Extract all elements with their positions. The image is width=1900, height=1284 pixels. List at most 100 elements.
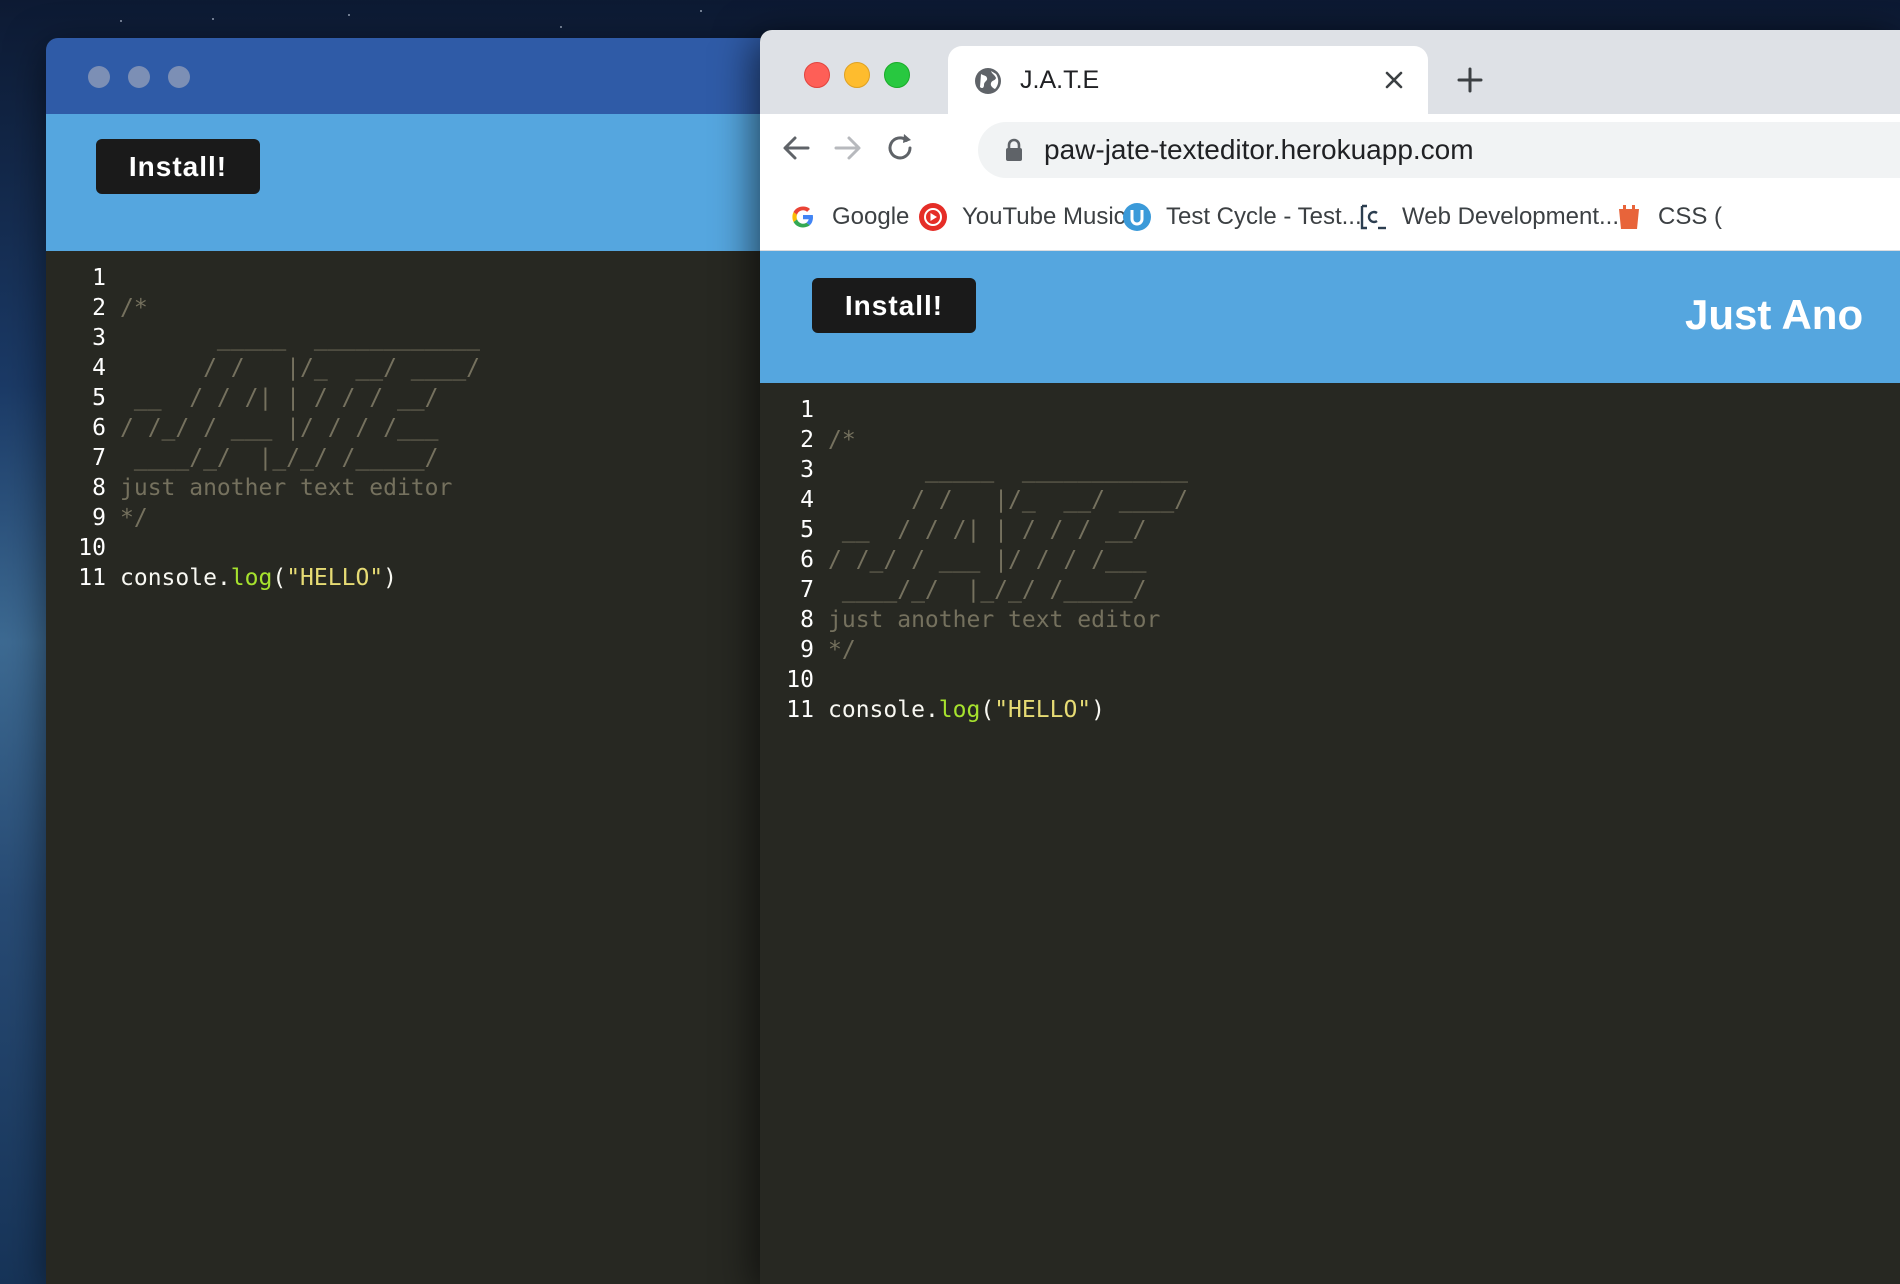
tab-title: J.A.T.E [1020,66,1100,94]
line-number: 6 [92,415,106,441]
css-icon [1614,202,1644,232]
line-number: 8 [92,475,106,501]
bookmark-label: YouTube Music [962,203,1126,230]
code-token-string: "HELLO" [994,697,1092,723]
line-number: 1 [800,397,814,423]
code-text: */ [120,505,148,531]
line-number: 7 [800,577,814,603]
code-line[interactable]: 1 [762,395,1188,425]
code-line[interactable]: 2 /* [54,293,480,323]
line-number: 5 [800,517,814,543]
code-text: _____ ____________ [828,457,1189,483]
close-window-button[interactable] [804,62,830,88]
code-token-close-paren: ) [383,565,397,591]
line-number: 2 [800,427,814,453]
youtube-music-icon [918,202,948,232]
code-line[interactable]: 2 /* [762,425,1188,455]
code-line[interactable]: 9 */ [54,503,480,533]
code-token-object: console [120,565,217,591]
app-title: Just Ano [1685,291,1864,338]
back-arrow-icon[interactable] [778,130,814,166]
code-text: ____/_/ |_/_/ /_____/ [828,577,1147,603]
code-token-dot: . [216,565,231,591]
code-line[interactable]: 4 / / |/_ __/ ____/ [54,353,480,383]
line-number: 4 [92,355,106,381]
code-line[interactable]: 6 / /_/ / ___ |/ / / /___ [54,413,480,443]
install-button[interactable]: Install! [96,139,260,194]
line-number: 10 [78,535,106,561]
address-bar[interactable]: paw-jate-texteditor.herokuapp.com [978,122,1900,178]
globe-icon [974,67,1002,100]
line-number: 10 [786,667,814,693]
code-lines[interactable]: 1 2/* 3 _____ ____________ 4 / / |/_ __/ __… [762,395,1188,725]
install-button[interactable]: Install! [812,278,976,333]
zoom-window-button[interactable] [168,66,190,88]
line-number: 1 [92,265,106,291]
minimize-window-button[interactable] [844,62,870,88]
code-editor[interactable]: 1 2/* 3 _____ ____________ 4 / / |/_ __/ __… [760,383,1900,1284]
code-text: / / |/_ __/ ____/ [828,487,1189,513]
code-token-dot: . [924,697,939,723]
code-line[interactable]: 9 */ [762,635,1188,665]
web-dev-icon [1358,202,1388,232]
zoom-window-button[interactable] [884,62,910,88]
bookmarks-bar: Google YouTube Music Test Cycle - Test..… [760,184,1900,251]
bookmark-youtube-music[interactable]: YouTube Music [918,184,1126,250]
code-line[interactable]: 4 / / |/_ __/ ____/ [762,485,1188,515]
bookmark-google[interactable]: Google [788,184,909,250]
code-line[interactable]: 8 just another text editor [54,473,480,503]
code-text: /* [828,427,856,453]
new-tab-icon[interactable] [1450,60,1490,100]
line-number: 5 [92,385,106,411]
bookmark-label: Web Development... [1402,203,1619,230]
code-lines[interactable]: 1 2/* 3 _____ ____________ 4 / / |/_ __/ __… [54,263,480,593]
lock-icon[interactable] [1004,138,1024,167]
browser-tab[interactable]: J.A.T.E [948,46,1428,116]
url-text[interactable]: paw-jate-texteditor.herokuapp.com [1044,122,1474,178]
reload-icon[interactable] [882,130,918,166]
code-line[interactable]: 3 _____ ____________ [54,323,480,353]
app-header: Install! Just Ano [760,251,1900,383]
code-line[interactable]: 5 __ / / /| | / / / __/ [762,515,1188,545]
code-line[interactable]: 1 [54,263,480,293]
forward-arrow-icon[interactable] [830,130,866,166]
code-line[interactable]: 10 [762,665,1188,695]
code-token-method: log [938,697,981,723]
code-line[interactable]: 11 console.log("HELLO") [54,563,480,593]
minimize-window-button[interactable] [128,66,150,88]
code-line[interactable]: 6 / /_/ / ___ |/ / / /___ [762,545,1188,575]
line-number: 3 [800,457,814,483]
line-number: 9 [800,637,814,663]
bookmark-web-development[interactable]: Web Development... [1358,184,1619,250]
code-text: __ / / /| | / / / __/ [828,517,1147,543]
bookmark-label: Test Cycle - Test... [1166,203,1362,230]
tab-strip[interactable]: J.A.T.E [760,30,1900,116]
bookmark-label: Google [832,203,910,230]
code-line[interactable]: 7 ____/_/ |_/_/ /_____/ [54,443,480,473]
bookmark-test-cycle[interactable]: Test Cycle - Test... [1122,184,1362,250]
code-line[interactable]: 3 _____ ____________ [762,455,1188,485]
line-number: 4 [800,487,814,513]
browser-toolbar: paw-jate-texteditor.herokuapp.com [760,114,1900,184]
bookmark-label: CSS ( [1658,203,1723,230]
code-text: _____ ____________ [120,325,481,351]
code-text: ____/_/ |_/_/ /_____/ [120,445,439,471]
code-text: just another text editor [120,475,453,501]
code-line[interactable]: 5 __ / / /| | / / / __/ [54,383,480,413]
code-line[interactable]: 11 console.log("HELLO") [762,695,1188,725]
line-number: 8 [800,607,814,633]
close-window-button[interactable] [88,66,110,88]
code-line[interactable]: 10 [54,533,480,563]
bookmark-css[interactable]: CSS ( [1614,184,1722,250]
google-icon [788,202,818,232]
line-number: 11 [786,697,814,723]
code-text: just another text editor [828,607,1161,633]
line-number: 2 [92,295,106,321]
code-token-open-paren: ( [980,697,995,723]
code-token-close-paren: ) [1091,697,1105,723]
code-line[interactable]: 8 just another text editor [762,605,1188,635]
close-tab-icon[interactable] [1380,66,1408,94]
code-line[interactable]: 7 ____/_/ |_/_/ /_____/ [762,575,1188,605]
code-text: */ [828,637,856,663]
code-text: console.log("HELLO") [828,695,1105,725]
